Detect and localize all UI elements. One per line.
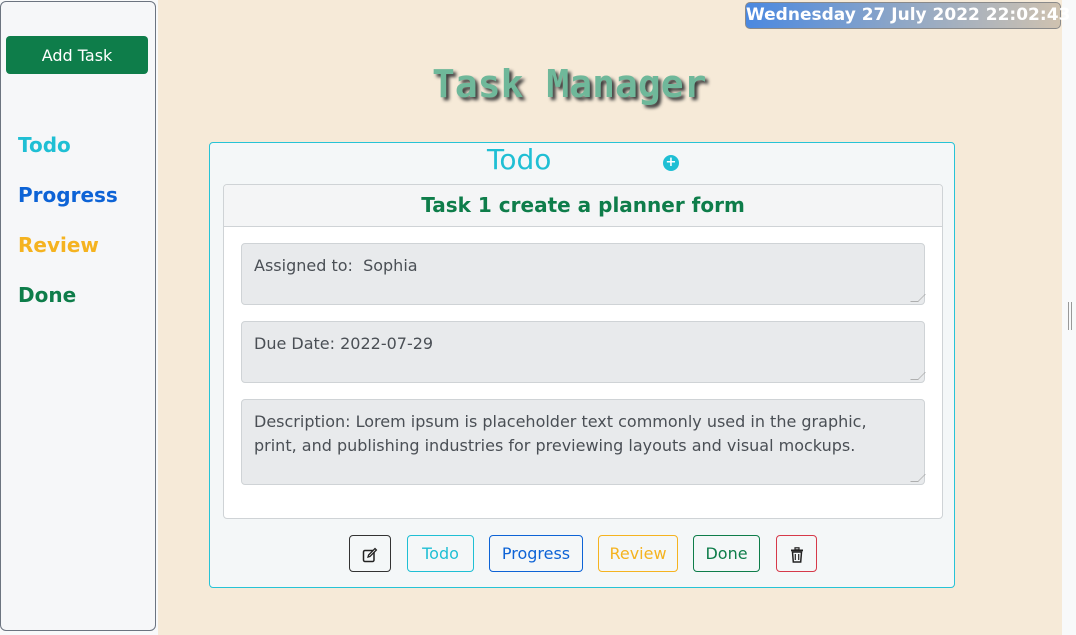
- sidebar-item-done[interactable]: Done: [18, 283, 76, 307]
- move-review-button[interactable]: Review: [598, 535, 678, 572]
- add-task-button[interactable]: Add Task: [6, 36, 148, 74]
- sidebar-item-review[interactable]: Review: [18, 233, 99, 257]
- resize-handle-icon[interactable]: [1068, 302, 1072, 330]
- plus-circle-icon[interactable]: +: [663, 155, 679, 171]
- due-date-text: Due Date: 2022-07-29: [254, 334, 434, 353]
- page-title: Task Manager: [432, 62, 707, 106]
- app-root: Add Task Todo Progress Review Done Wedne…: [0, 0, 1076, 635]
- edit-icon: [362, 547, 378, 562]
- edit-button[interactable]: [349, 535, 391, 572]
- task-card: Task 1 create a planner form Assigned to…: [223, 184, 943, 519]
- move-done-button[interactable]: Done: [693, 535, 760, 572]
- description-text: Description: Lorem ipsum is placeholder …: [254, 412, 867, 455]
- description-field[interactable]: Description: Lorem ipsum is placeholder …: [241, 399, 926, 485]
- sidebar-item-todo[interactable]: Todo: [18, 133, 71, 157]
- task-title: Task 1 create a planner form: [224, 185, 942, 227]
- task-actions: Todo Progress Review Done: [210, 535, 956, 573]
- delete-button[interactable]: [776, 535, 817, 572]
- resize-handle-icon[interactable]: [910, 474, 926, 482]
- due-date-field[interactable]: Due Date: 2022-07-29: [241, 321, 926, 383]
- resize-handle-icon[interactable]: [910, 372, 926, 380]
- datetime-display: Wednesday 27 July 2022 22:02:43: [745, 2, 1070, 29]
- move-progress-button[interactable]: Progress: [489, 535, 583, 572]
- sidebar: Add Task Todo Progress Review Done: [0, 1, 156, 631]
- sidebar-item-progress[interactable]: Progress: [18, 183, 118, 207]
- column-title: Todo: [487, 143, 552, 176]
- move-todo-button[interactable]: Todo: [407, 535, 474, 572]
- assigned-field[interactable]: Assigned to: Sophia: [241, 243, 926, 305]
- todo-column: Todo + Task 1 create a planner form Assi…: [209, 142, 955, 588]
- assigned-text: Assigned to: Sophia: [254, 256, 418, 275]
- trash-icon: [790, 546, 803, 563]
- resize-handle-icon[interactable]: [910, 294, 926, 302]
